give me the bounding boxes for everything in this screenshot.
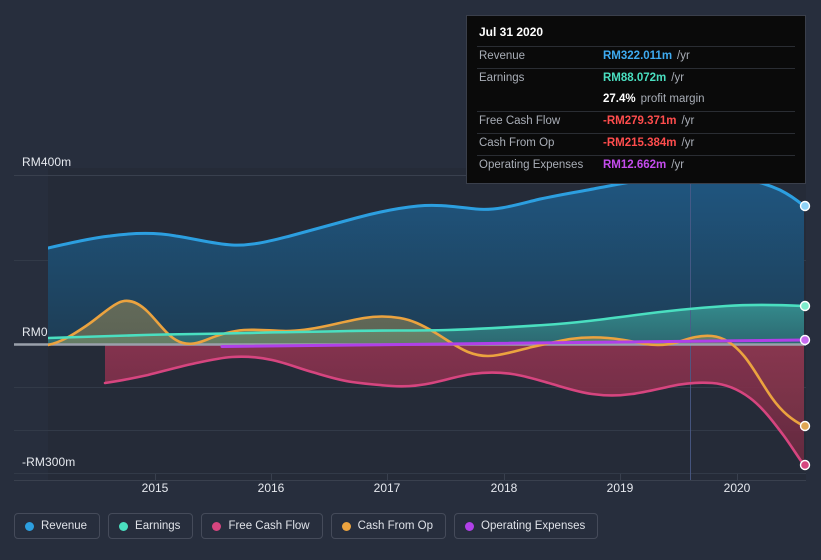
legend-label-operating-expenses: Operating Expenses <box>481 520 586 532</box>
x-axis-label-2018: 2018 <box>490 481 518 495</box>
y-axis-label-bottom: -RM300m <box>22 455 76 469</box>
tooltip-value-operating-expenses: RM12.662m <box>603 159 667 171</box>
tooltip-row-earnings: Earnings RM88.072m /yr <box>477 68 795 90</box>
chart-tooltip: Jul 31 2020 Revenue RM322.011m /yr Earni… <box>466 15 806 184</box>
tooltip-label-operating-expenses: Operating Expenses <box>479 159 584 171</box>
tooltip-row-operating-expenses: Operating Expenses RM12.662m /yr <box>477 155 795 177</box>
tooltip-unit-profit-margin: profit margin <box>640 93 705 105</box>
endpoint-earnings <box>799 300 811 312</box>
y-axis-label-zero: RM0 <box>22 325 48 339</box>
tooltip-label-revenue: Revenue <box>479 50 526 62</box>
endpoint-operating-expenses <box>799 334 811 346</box>
legend-item-operating-expenses[interactable]: Operating Expenses <box>454 513 599 539</box>
tooltip-value-free-cash-flow: -RM279.371m <box>603 115 677 127</box>
tooltip-label-earnings: Earnings <box>479 72 525 84</box>
tooltip-unit-earnings: /yr <box>671 72 685 84</box>
legend-dot-operating-expenses-icon <box>465 521 475 531</box>
endpoint-free-cash-flow <box>799 459 811 471</box>
legend-item-earnings[interactable]: Earnings <box>108 513 194 539</box>
endpoint-revenue <box>799 200 811 212</box>
legend-label-revenue: Revenue <box>41 520 88 532</box>
legend-label-free-cash-flow: Free Cash Flow <box>228 520 310 532</box>
tooltip-unit-revenue: /yr <box>677 50 690 62</box>
tooltip-value-profit-margin: 27.4% <box>603 93 636 105</box>
tooltip-row-free-cash-flow: Free Cash Flow -RM279.371m /yr <box>477 111 795 133</box>
tooltip-unit-free-cash-flow: /yr <box>681 115 695 127</box>
legend-dot-free-cash-flow-icon <box>212 521 222 531</box>
tooltip-label-cash-from-op: Cash From Op <box>479 137 555 149</box>
legend-item-revenue[interactable]: Revenue <box>14 513 101 539</box>
tooltip-row-revenue: Revenue RM322.011m /yr <box>477 46 795 68</box>
tooltip-unit-cash-from-op: /yr <box>681 137 695 149</box>
x-axis-label-2019: 2019 <box>606 481 634 495</box>
tooltip-value-revenue: RM322.011m <box>603 50 673 62</box>
financial-chart: RM400m RM0 -RM300m 2015 2016 2017 2018 2… <box>0 0 821 560</box>
tooltip-unit-operating-expenses: /yr <box>671 159 685 171</box>
chart-legend: Revenue Earnings Free Cash Flow Cash Fro… <box>14 513 599 539</box>
legend-dot-earnings-icon <box>119 521 129 531</box>
y-axis-label-top: RM400m <box>22 155 72 169</box>
legend-label-cash-from-op: Cash From Op <box>357 520 434 532</box>
tooltip-value-earnings: RM88.072m <box>603 72 667 84</box>
tooltip-label-free-cash-flow: Free Cash Flow <box>479 115 561 127</box>
x-axis-label-2015: 2015 <box>141 481 169 495</box>
legend-label-earnings: Earnings <box>135 520 181 532</box>
legend-item-cash-from-op[interactable]: Cash From Op <box>330 513 447 539</box>
tooltip-row-cash-from-op: Cash From Op -RM215.384m /yr <box>477 133 795 155</box>
tooltip-row-profit-margin: 27.4% profit margin <box>477 90 795 111</box>
endpoint-cash-from-op <box>799 420 811 432</box>
legend-dot-revenue-icon <box>25 521 34 531</box>
tooltip-date: Jul 31 2020 <box>479 25 544 39</box>
legend-item-free-cash-flow[interactable]: Free Cash Flow <box>201 513 323 539</box>
legend-dot-cash-from-op-icon <box>341 521 351 531</box>
x-axis-label-2020: 2020 <box>723 481 751 495</box>
x-axis-label-2016: 2016 <box>257 481 285 495</box>
x-axis-label-2017: 2017 <box>373 481 401 495</box>
tooltip-value-cash-from-op: -RM215.384m <box>603 137 677 149</box>
